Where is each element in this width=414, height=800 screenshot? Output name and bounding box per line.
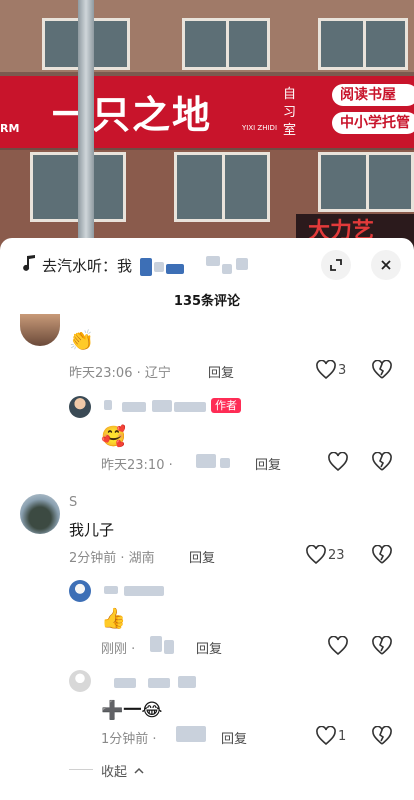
reply-button[interactable]: 回复 bbox=[221, 728, 247, 747]
blurred-username bbox=[148, 678, 170, 688]
blurred-location bbox=[164, 640, 174, 654]
collapse-replies-button[interactable]: 收起 bbox=[101, 761, 145, 780]
sign-main-text: 一只之地 bbox=[52, 92, 213, 137]
blurred-location bbox=[176, 726, 206, 742]
dislike-icon[interactable] bbox=[372, 545, 392, 565]
reply-button[interactable]: 回复 bbox=[189, 547, 215, 566]
building-window bbox=[318, 152, 414, 212]
dislike-icon[interactable] bbox=[372, 452, 392, 472]
reply-button[interactable]: 回复 bbox=[196, 638, 222, 657]
avatar[interactable] bbox=[20, 314, 60, 346]
divider bbox=[69, 769, 93, 770]
expand-icon bbox=[330, 259, 342, 271]
close-button[interactable] bbox=[371, 250, 401, 280]
blurred-text bbox=[166, 264, 184, 274]
like-count: 23 bbox=[328, 548, 345, 563]
heart-icon[interactable] bbox=[327, 636, 349, 656]
avatar[interactable] bbox=[69, 580, 91, 602]
comment-header: 去汽水听：我 bbox=[0, 238, 414, 294]
blurred-username bbox=[124, 586, 164, 596]
comment-time-location: 昨天23:10 · bbox=[101, 458, 173, 473]
heart-icon[interactable] bbox=[315, 360, 337, 380]
sign-left-text: RM bbox=[0, 122, 20, 135]
collapse-label: 收起 bbox=[101, 765, 128, 780]
comment-content: 👍 bbox=[101, 606, 126, 630]
building-window bbox=[182, 18, 270, 70]
dislike-icon[interactable] bbox=[372, 636, 392, 656]
comment-content: 我儿子 bbox=[69, 521, 115, 539]
avatar[interactable] bbox=[20, 494, 60, 534]
blurred-text bbox=[154, 262, 164, 272]
blurred-username bbox=[104, 586, 118, 594]
building-window bbox=[318, 18, 408, 70]
reply-button[interactable]: 回复 bbox=[208, 362, 234, 381]
blurred-username bbox=[178, 676, 196, 688]
blurred-text bbox=[140, 258, 152, 276]
blurred-location bbox=[196, 454, 216, 468]
comment-content: ➕一😂 bbox=[101, 700, 163, 721]
building-window bbox=[174, 152, 270, 222]
close-icon bbox=[381, 260, 391, 270]
dislike-icon[interactable] bbox=[372, 360, 392, 380]
comment-username[interactable]: S bbox=[69, 495, 77, 510]
street-pole bbox=[78, 0, 94, 250]
comment-content: 👏 bbox=[69, 328, 94, 352]
reply-button[interactable]: 回复 bbox=[255, 454, 281, 473]
blurred-username bbox=[114, 678, 136, 688]
avatar[interactable] bbox=[69, 670, 91, 692]
chevron-up-icon bbox=[134, 767, 144, 774]
blurred-location bbox=[150, 636, 162, 652]
comment-content: 🥰 bbox=[101, 424, 126, 448]
blurred-text bbox=[236, 258, 248, 270]
comment-time-location: 昨天23:06 · 辽宁 bbox=[69, 366, 171, 381]
blurred-text bbox=[222, 264, 232, 274]
blurred-username bbox=[104, 400, 112, 410]
music-source-text[interactable]: 去汽水听：我 bbox=[42, 255, 132, 276]
comment-time-location: 1分钟前 · bbox=[101, 732, 157, 747]
comment-time-location: 2分钟前 · 湖南 bbox=[69, 551, 155, 566]
blurred-location bbox=[220, 458, 230, 468]
sign-pill-reading: 阅读书屋 bbox=[332, 84, 414, 106]
sign-side-text: 自习室 bbox=[283, 87, 297, 138]
sign-pill-tutoring: 中小学托管 bbox=[332, 112, 414, 134]
like-count: 1 bbox=[338, 729, 347, 744]
blurred-username bbox=[174, 402, 206, 412]
fullscreen-button[interactable] bbox=[321, 250, 351, 280]
heart-icon[interactable] bbox=[315, 726, 337, 746]
blurred-text bbox=[206, 256, 220, 266]
music-note-icon bbox=[23, 255, 35, 271]
video-background[interactable]: RM 一只之地 YIXI ZHIDI 自习室 阅读书屋 中小学托管 大力艺 bbox=[0, 0, 414, 250]
heart-icon[interactable] bbox=[327, 452, 349, 472]
heart-icon[interactable] bbox=[305, 545, 327, 565]
author-badge: 作者 bbox=[211, 398, 241, 413]
dislike-icon[interactable] bbox=[372, 726, 392, 746]
sign-pinyin: YIXI ZHIDI bbox=[242, 124, 278, 132]
comment-time-location: 刚刚 · bbox=[101, 642, 136, 657]
blurred-username bbox=[152, 400, 172, 412]
avatar[interactable] bbox=[69, 396, 91, 418]
comment-sheet: 去汽水听：我 135条评论 👏 昨天23:06 · 辽宁 回复 3 作者 🥰 昨… bbox=[0, 238, 414, 800]
comment-count: 135条评论 bbox=[173, 294, 241, 309]
like-count: 3 bbox=[338, 363, 347, 378]
blurred-username bbox=[122, 402, 146, 412]
